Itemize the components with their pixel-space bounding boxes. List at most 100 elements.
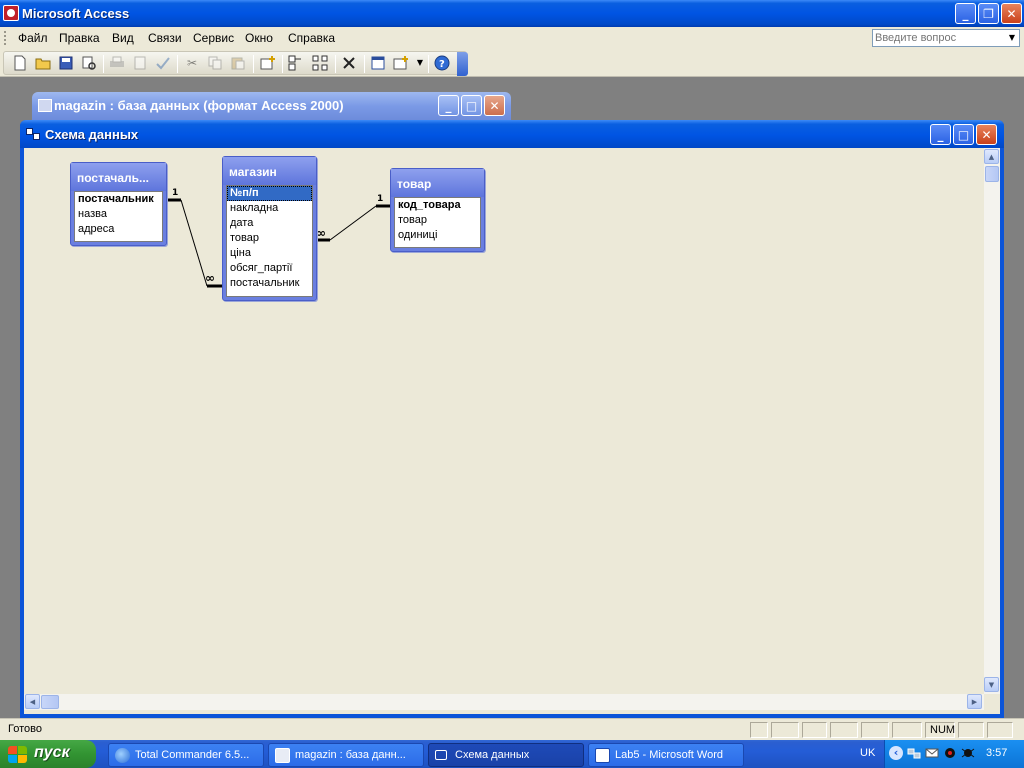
open-folder-icon[interactable] [35,55,51,71]
table-title[interactable]: постачаль... [71,163,166,191]
database-window-icon[interactable] [370,55,386,71]
start-button[interactable]: пуск [0,740,96,768]
copy-icon[interactable] [207,55,223,71]
vertical-scrollbar[interactable]: ▲ ▼ [984,148,1000,694]
scroll-left-icon[interactable]: ◀ [25,694,40,709]
relationships-title-bar[interactable]: Схема данных _ □ ✕ [20,120,1004,148]
relationship-lines: 1 ∞ ∞ 1 [167,188,390,288]
spider-icon[interactable] [961,746,975,760]
menu-edit[interactable]: Правка [59,31,100,45]
taskbar-schema[interactable]: Схема данных [428,743,584,767]
clock[interactable]: 3:57 [986,747,1007,759]
vertical-scroll-thumb[interactable] [985,166,999,182]
menu-bar: Файл Правка Вид Связи Сервис Окно Справк… [0,27,1024,49]
table-magazin[interactable]: магазин №п/п накладна дата товар ціна об… [222,156,317,301]
taskbar-word[interactable]: Lab5 - Microsoft Word [588,743,744,767]
app-close-button[interactable]: ✕ [1001,3,1022,24]
field-item-selected[interactable]: №п/п [227,186,312,201]
chevron-down-icon[interactable]: ▼ [412,55,428,71]
new-object-icon[interactable] [393,55,409,71]
tray-chevron-icon[interactable]: ‹ [889,746,903,760]
language-indicator[interactable]: UK [860,747,875,759]
field-item[interactable]: накладна [227,201,312,216]
field-item[interactable]: постачальник [227,276,312,291]
field-item[interactable]: товар [395,213,480,228]
app-minimize-button[interactable]: _ [955,3,976,24]
menu-relationships[interactable]: Связи [148,31,182,45]
database-window[interactable]: magazin : база данных (формат Access 200… [32,92,511,120]
taskbar-button-label: magazin : база данн... [295,749,406,761]
schema-maximize-button[interactable]: □ [953,124,974,145]
field-item[interactable]: дата [227,216,312,231]
print-icon[interactable] [109,55,125,71]
schema-close-button[interactable]: ✕ [976,124,997,145]
db-close-button[interactable]: ✕ [484,95,505,116]
toolbar-separator [177,55,178,73]
help-question-box[interactable]: ▼ [872,29,1020,47]
menu-view[interactable]: Вид [112,31,134,45]
show-direct-icon[interactable] [288,55,304,71]
relationships-icon [26,128,40,140]
show-all-relationships-icon[interactable] [312,55,328,71]
status-bar: Готово NUM [0,718,1024,740]
chevron-down-icon[interactable]: ▼ [1005,30,1019,46]
app-restore-button[interactable]: ❐ [978,3,999,24]
table-title[interactable]: магазин [223,157,316,185]
network-icon[interactable] [907,746,921,760]
table-title[interactable]: товар [391,169,484,197]
delete-icon[interactable] [341,55,357,71]
relationships-icon [435,750,447,760]
toolbar-options-chevron[interactable] [457,52,468,76]
cut-icon[interactable]: ✂ [184,55,200,71]
field-item[interactable]: ціна [227,246,312,261]
preview-icon[interactable] [132,55,148,71]
field-item[interactable]: адреса [75,222,162,237]
taskbar-button-label: Схема данных [455,749,530,761]
access-key-icon[interactable] [3,5,19,21]
system-tray: ‹ 3:57 [884,740,1024,768]
field-item[interactable]: постачальник [75,192,162,207]
taskbar-total-commander[interactable]: Total Commander 6.5... [108,743,264,767]
schema-minimize-button[interactable]: _ [930,124,951,145]
status-panel [802,722,827,738]
save-icon[interactable] [58,55,74,71]
new-document-icon[interactable] [12,55,28,71]
status-text: Готово [8,723,42,735]
status-num: NUM [925,722,955,738]
field-item[interactable]: товар [227,231,312,246]
table-tovar[interactable]: товар код_товара товар одиниці [390,168,485,252]
toolbar-separator [282,55,283,73]
horizontal-scrollbar[interactable]: ◀ ▶ [24,694,984,710]
db-maximize-button[interactable]: □ [461,95,482,116]
toolbar-separator [364,55,365,73]
menu-tools[interactable]: Сервис [193,31,234,45]
help-question-input[interactable] [875,31,1003,45]
help-icon[interactable]: ? [434,55,450,71]
status-panel [771,722,799,738]
relation-line[interactable] [329,205,377,241]
field-item[interactable]: код_товара [395,198,480,213]
paste-icon[interactable] [230,55,246,71]
field-item[interactable]: назва [75,207,162,222]
relationships-canvas[interactable]: 1 ∞ ∞ 1 постачаль... постачальник назва … [24,148,984,694]
print-preview-icon[interactable] [81,55,97,71]
field-item[interactable]: обсяг_партії [227,261,312,276]
menu-window[interactable]: Окно [245,31,273,45]
horizontal-scroll-thumb[interactable] [41,695,59,709]
db-minimize-button[interactable]: _ [438,95,459,116]
field-item[interactable]: одиниці [395,228,480,243]
spelling-icon[interactable] [155,55,171,71]
start-label: пуск [34,744,70,761]
antivirus-icon[interactable] [943,746,957,760]
relation-line[interactable] [180,199,208,287]
scroll-up-icon[interactable]: ▲ [984,149,999,164]
menu-help[interactable]: Справка [288,31,335,45]
menu-grip[interactable] [4,31,7,45]
menu-file[interactable]: Файл [18,31,48,45]
mail-icon[interactable] [925,746,939,760]
taskbar-magazin-db[interactable]: magazin : база данн... [268,743,424,767]
table-postachalnyk[interactable]: постачаль... постачальник назва адреса [70,162,167,246]
show-table-icon[interactable] [260,55,276,71]
scroll-down-icon[interactable]: ▼ [984,677,999,692]
scroll-right-icon[interactable]: ▶ [967,694,982,709]
